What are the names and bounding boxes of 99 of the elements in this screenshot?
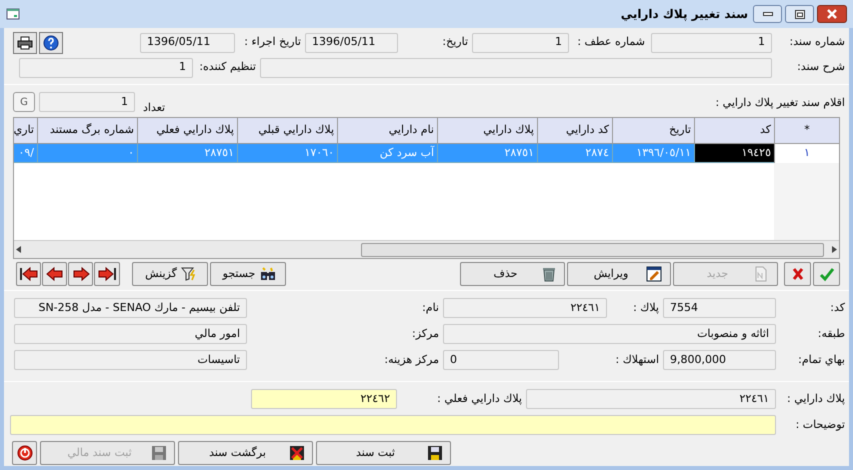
table-cell: ٢٨٧٥١ bbox=[437, 144, 537, 163]
text-field[interactable]: امور مالي bbox=[14, 324, 247, 344]
left-arrow-icon bbox=[46, 266, 64, 282]
trash-can-icon bbox=[542, 266, 556, 282]
filter-button[interactable]: گزينش bbox=[132, 262, 208, 286]
help-button[interactable] bbox=[39, 32, 63, 54]
printer-icon bbox=[17, 36, 33, 50]
text-field[interactable] bbox=[260, 58, 772, 78]
text-field[interactable]: 1396/05/11 bbox=[140, 32, 235, 52]
g-button[interactable]: G bbox=[13, 92, 35, 112]
ok-button[interactable] bbox=[813, 262, 840, 286]
maximize-icon bbox=[794, 10, 804, 18]
text-field[interactable]: ٢٢٤٦٢ bbox=[251, 389, 397, 409]
pencil-icon bbox=[646, 266, 662, 282]
field-label: بهاي تمام: bbox=[797, 352, 846, 368]
revert-button[interactable]: برگشت سند bbox=[178, 441, 313, 465]
column-header[interactable]: پلاك دارايي bbox=[437, 118, 537, 144]
row-header[interactable]: ١ bbox=[774, 144, 839, 163]
document-icon bbox=[753, 266, 769, 282]
edit-button[interactable]: ويرايش bbox=[567, 262, 671, 286]
right-arrow-icon bbox=[72, 266, 90, 282]
corner-header: * bbox=[774, 118, 839, 144]
field-label: تنظيم كننده: bbox=[198, 59, 257, 76]
text-field[interactable]: 0 bbox=[443, 350, 559, 370]
horizontal-scrollbar[interactable] bbox=[14, 240, 839, 258]
count-label: تعداد bbox=[143, 100, 166, 116]
text-field[interactable]: ٢٢٤٦١ bbox=[526, 389, 776, 409]
text-field[interactable]: 1 bbox=[472, 32, 569, 52]
field-label: مركز: bbox=[411, 326, 440, 342]
search-button[interactable]: جستجو bbox=[210, 262, 286, 286]
minimize-button[interactable] bbox=[753, 5, 782, 23]
check-icon bbox=[818, 266, 834, 282]
binoculars-icon bbox=[259, 267, 277, 281]
text-field[interactable]: ٢٢٤٦١ bbox=[443, 298, 607, 318]
help-icon bbox=[43, 34, 59, 50]
field-label: مركز هزينه: bbox=[383, 352, 440, 368]
column-header[interactable]: تاري bbox=[14, 118, 37, 144]
column-header[interactable]: كد bbox=[694, 118, 774, 144]
table-cell: ١٣٩٦/٠٥/١١ bbox=[612, 144, 694, 163]
next-button[interactable] bbox=[68, 262, 93, 286]
close-icon bbox=[826, 9, 838, 19]
column-header[interactable]: نام دارايي bbox=[337, 118, 437, 144]
column-header[interactable]: تاريخ bbox=[612, 118, 694, 144]
field-label: طبقه: bbox=[816, 326, 846, 342]
prev-button[interactable] bbox=[42, 262, 67, 286]
column-header[interactable]: كد دارايي bbox=[537, 118, 612, 144]
save-button[interactable]: ثبت سند bbox=[316, 441, 451, 465]
close-button[interactable] bbox=[817, 5, 847, 23]
first-arrow-icon bbox=[18, 266, 38, 282]
field-label: توضيحات : bbox=[794, 416, 846, 433]
delete-button[interactable]: حذف bbox=[460, 262, 565, 286]
last-button[interactable] bbox=[94, 262, 120, 286]
floppy-disk-icon bbox=[289, 445, 305, 461]
field-label: شماره سند: bbox=[788, 34, 846, 50]
text-field[interactable]: اثاثه و منصوبات bbox=[443, 324, 776, 344]
section-title: اقلام سند تغيير پلاك دارايي : bbox=[715, 95, 845, 111]
print-button[interactable] bbox=[13, 32, 37, 54]
exit-button[interactable] bbox=[12, 441, 37, 465]
column-header[interactable]: شماره برگ مستند bbox=[37, 118, 137, 144]
column-header[interactable]: پلاك دارايي قبلي bbox=[237, 118, 337, 144]
field-label: شرح سند: bbox=[796, 59, 846, 76]
table-cell: آب سرد كن bbox=[337, 144, 437, 163]
field-label: پلاك دارايي : bbox=[786, 390, 846, 407]
text-field[interactable]: 1 bbox=[19, 58, 193, 78]
field-label: پلاك دارايي فعلي : bbox=[436, 390, 523, 407]
app-icon bbox=[6, 7, 20, 21]
scroll-right-icon[interactable] bbox=[832, 246, 837, 253]
table-cell: ١٧٠٦٠ bbox=[237, 144, 337, 163]
field-label: پلاك : bbox=[632, 300, 660, 316]
text-field[interactable]: 1 bbox=[39, 92, 135, 112]
field-label: استهلاك : bbox=[614, 352, 660, 368]
field-label: تاريخ اجراء : bbox=[243, 34, 302, 50]
text-field[interactable]: تلفن بيسيم - مارك SENAO - مدل SN-258 bbox=[14, 298, 247, 318]
first-button[interactable] bbox=[16, 262, 41, 286]
table-cell: /٠٩ bbox=[14, 144, 37, 163]
scrollbar-thumb[interactable] bbox=[361, 242, 824, 256]
x-icon bbox=[790, 267, 804, 281]
text-field[interactable]: 1 bbox=[651, 32, 772, 52]
scroll-left-icon[interactable] bbox=[16, 246, 21, 253]
text-field[interactable] bbox=[10, 415, 776, 435]
cancel-button[interactable] bbox=[784, 262, 811, 286]
table-cell: ٠ bbox=[37, 144, 137, 163]
column-header[interactable]: پلاك دارايي فعلي bbox=[137, 118, 237, 144]
text-field[interactable]: تاسيسات bbox=[14, 350, 247, 370]
field-label: تاريخ: bbox=[441, 34, 469, 50]
window-title: سند تغيير پلاك دارايي bbox=[620, 6, 748, 23]
field-label: نام: bbox=[421, 300, 440, 316]
table-cell: ١٩٤٢٥ bbox=[694, 144, 774, 163]
table-cell: ٢٨٧٥١ bbox=[137, 144, 237, 163]
minimize-icon bbox=[762, 12, 772, 16]
maximize-button[interactable] bbox=[785, 5, 814, 23]
field-label: شماره عطف : bbox=[576, 34, 646, 50]
text-field[interactable]: 9,800,000 bbox=[663, 350, 776, 370]
power-icon bbox=[16, 445, 32, 461]
field-label: كد: bbox=[829, 300, 846, 316]
last-arrow-icon bbox=[97, 266, 117, 282]
table-cell: ٢٨٧٤ bbox=[537, 144, 612, 163]
text-field[interactable]: 7554 bbox=[663, 298, 776, 318]
text-field[interactable]: 1396/05/11 bbox=[305, 32, 398, 52]
